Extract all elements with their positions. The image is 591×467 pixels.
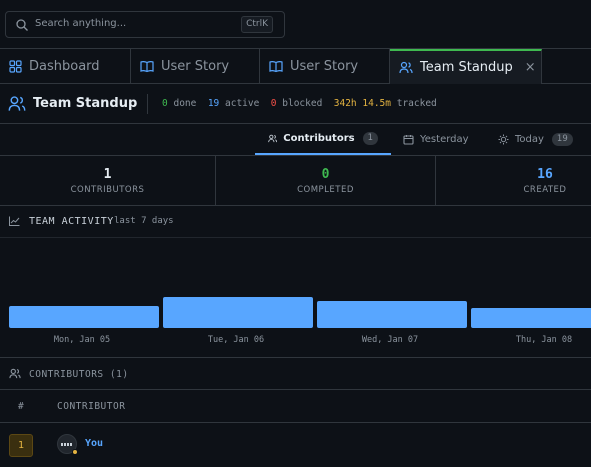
search-shortcut: CtrlK <box>241 16 273 33</box>
search-icon <box>16 19 28 31</box>
activity-bar-chart: Mon, Jan 05 Tue, Jan 06 Wed, Jan 07 Thu, Ja… <box>9 297 591 345</box>
x-tick-label: Mon, Jan 05 <box>54 335 110 345</box>
close-icon[interactable]: × <box>525 60 536 75</box>
activity-bar <box>9 306 159 328</box>
activity-title: TEAM ACTIVITY <box>29 216 114 227</box>
done-count: 0 <box>162 98 168 109</box>
activity-subtitle: last 7 days <box>114 216 174 226</box>
view-tabs: Contributors 1 Yesterday Today 19 <box>0 124 591 156</box>
page-header: Team Standup 0 done 19 active 0 blocked … <box>0 84 591 124</box>
search-box[interactable]: Search anything... CtrlK <box>5 11 285 38</box>
divider <box>147 94 148 114</box>
subtab-yesterday[interactable]: Yesterday <box>403 124 469 155</box>
tracked-label: tracked <box>396 98 437 109</box>
tab-label: Team Standup <box>420 60 513 75</box>
done-label: done <box>173 98 197 109</box>
tab-dashboard[interactable]: Dashboard <box>0 49 131 84</box>
avatar-image <box>61 443 73 446</box>
subtab-label: Today <box>515 134 544 145</box>
tab-user-story-1[interactable]: User Story <box>131 49 260 84</box>
column-contributor: CONTRIBUTOR <box>57 401 126 412</box>
active-count: 19 <box>207 98 220 109</box>
column-rank: # <box>18 401 24 412</box>
rank-badge: 1 <box>9 434 33 457</box>
tracked-hours: 342h <box>333 98 357 109</box>
stat-value: 1 <box>103 167 112 182</box>
subtab-label: Contributors <box>283 133 355 144</box>
users-icon <box>8 96 26 111</box>
subtab-contributors[interactable]: Contributors 1 <box>255 124 391 155</box>
count-badge: 1 <box>362 132 378 145</box>
stat-contributors: 1 CONTRIBUTORS <box>0 156 215 205</box>
x-tick-label: Thu, Jan 08 <box>516 335 572 345</box>
count-badge: 19 <box>551 133 573 146</box>
stat-completed: 0 COMPLETED <box>216 156 435 205</box>
stat-label: CONTRIBUTORS <box>70 185 145 195</box>
subtab-label: Yesterday <box>420 134 469 145</box>
book-icon <box>269 61 283 73</box>
contributors-title: CONTRIBUTORS (1) <box>29 369 129 380</box>
users-icon <box>9 368 21 379</box>
avatar <box>57 434 78 455</box>
activity-chart: Mon, Jan 05 Tue, Jan 06 Wed, Jan 07 Thu, Ja… <box>0 238 591 358</box>
contributor-name[interactable]: You <box>85 438 103 449</box>
status-dot <box>72 449 78 455</box>
activity-header: TEAM ACTIVITY last 7 days <box>0 206 591 238</box>
blocked-label: blocked <box>282 98 323 109</box>
subtab-today[interactable]: Today 19 <box>498 124 573 155</box>
stat-label: COMPLETED <box>297 185 354 195</box>
search-input[interactable]: Search anything... <box>35 18 126 29</box>
tab-bar: Dashboard User Story User Story Team Sta… <box>0 48 591 84</box>
header-stats: 0 done 19 active 0 blocked 342h 14.5m tr… <box>162 98 437 109</box>
grid-icon <box>9 60 22 73</box>
blocked-count: 0 <box>270 98 277 109</box>
top-bar: Search anything... CtrlK <box>0 0 591 48</box>
sun-icon <box>498 134 509 145</box>
stat-created: 16 CREATED <box>436 156 591 205</box>
active-label: active <box>225 98 260 109</box>
tab-label: User Story <box>161 59 230 74</box>
table-header: # CONTRIBUTOR <box>0 390 591 423</box>
summary-stats: 1 CONTRIBUTORS 0 COMPLETED 16 CREATED <box>0 156 591 206</box>
stat-label: CREATED <box>523 185 567 195</box>
tab-team-standup[interactable]: Team Standup × <box>390 49 542 84</box>
activity-bar <box>317 301 467 328</box>
tracked-minutes: 14.5m <box>362 98 391 109</box>
chart-line-icon <box>9 216 20 226</box>
tab-label: Dashboard <box>29 59 100 74</box>
contributors-header: CONTRIBUTORS (1) <box>0 358 591 390</box>
contributors-count: (1) <box>109 369 129 380</box>
book-icon <box>140 61 154 73</box>
x-tick-label: Tue, Jan 06 <box>208 335 264 345</box>
page-title: Team Standup <box>33 96 138 111</box>
tab-user-story-2[interactable]: User Story <box>260 49 390 84</box>
stat-value: 0 <box>321 167 330 182</box>
activity-bar <box>163 297 313 328</box>
contributors-title-text: CONTRIBUTORS <box>29 369 104 380</box>
users-icon <box>399 61 413 74</box>
tab-label: User Story <box>290 59 359 74</box>
table-row[interactable]: 1 You <box>0 423 591 467</box>
x-tick-label: Wed, Jan 07 <box>362 335 418 345</box>
stat-value: 16 <box>537 167 553 182</box>
calendar-icon <box>403 135 414 145</box>
users-icon <box>268 134 278 143</box>
activity-bar <box>471 308 591 328</box>
